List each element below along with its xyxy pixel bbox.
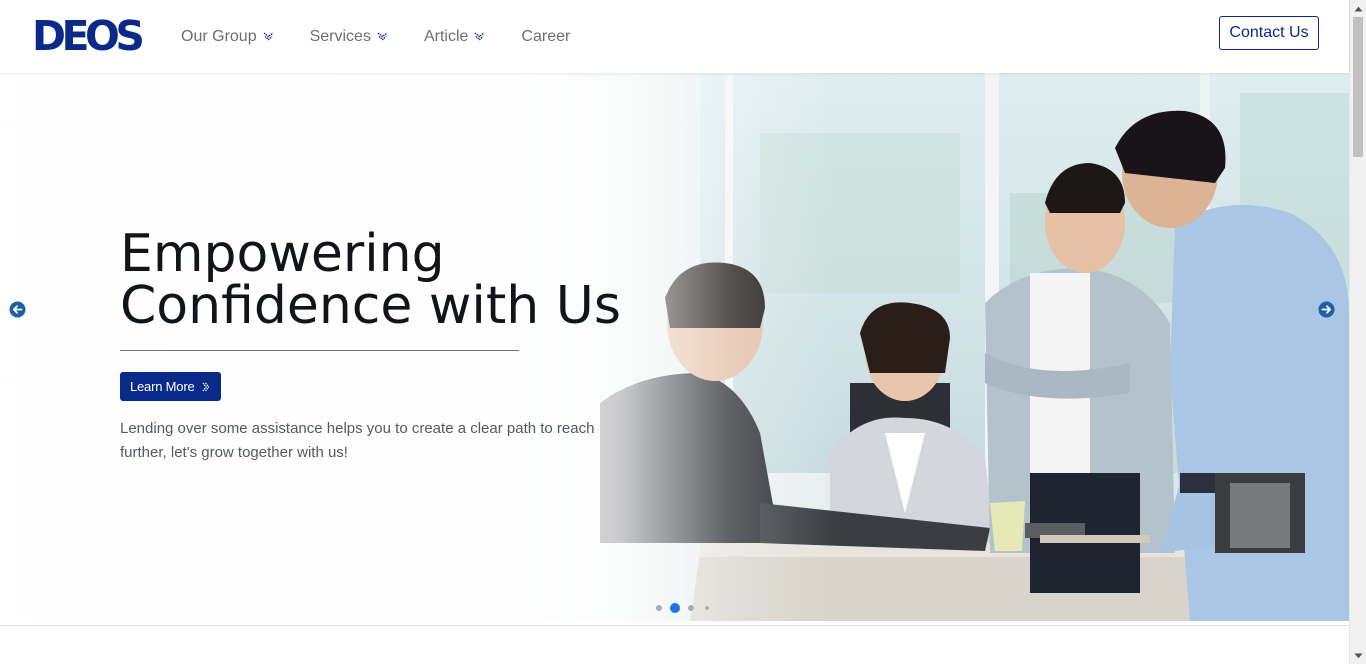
arrow-circle-left-icon[interactable]	[9, 301, 26, 318]
hero-divider	[120, 350, 519, 351]
site-header: DEOS Our Group Services Article Career C…	[0, 0, 1349, 73]
triangle-up-icon	[1354, 6, 1363, 11]
chevron-down-icon	[263, 32, 274, 41]
contact-us-button[interactable]: Contact Us	[1219, 16, 1319, 50]
chevron-down-icon	[474, 32, 485, 41]
main-nav: Our Group Services Article Career	[181, 0, 606, 73]
hero-carousel: Empowering Confidence with Us Learn More…	[0, 73, 1349, 621]
chevron-down-icon	[377, 32, 388, 41]
triangle-down-icon	[1354, 653, 1363, 658]
hero-overlay	[0, 73, 1349, 621]
hero-title-line2: Confidence with Us	[120, 276, 621, 336]
nav-label: Our Group	[181, 27, 257, 45]
next-section	[0, 625, 1349, 664]
scroll-up-button[interactable]	[1350, 0, 1366, 17]
nav-label: Services	[309, 27, 371, 45]
scroll-down-button[interactable]	[1350, 647, 1366, 664]
carousel-dot-2-active[interactable]	[670, 603, 680, 613]
hero-description: Lending over some assistance helps you t…	[120, 420, 595, 461]
arrow-circle-right-icon[interactable]	[1318, 301, 1335, 318]
nav-services[interactable]: Services	[310, 28, 388, 46]
learn-more-label: Learn More	[130, 379, 195, 394]
page-scrollbar[interactable]	[1349, 0, 1366, 664]
nav-our-group[interactable]: Our Group	[181, 28, 274, 46]
logo-text: DEOS	[32, 17, 142, 55]
deos-logo[interactable]: DEOS	[32, 17, 144, 55]
carousel-dot-4[interactable]	[705, 606, 709, 610]
hero-title: Empowering Confidence with Us	[120, 228, 680, 332]
scrollbar-thumb[interactable]	[1353, 17, 1363, 157]
carousel-dots	[654, 602, 714, 614]
carousel-dot-1[interactable]	[656, 605, 662, 611]
carousel-dot-3[interactable]	[688, 605, 694, 611]
nav-article[interactable]: Article	[424, 28, 485, 46]
chevron-right-icon	[202, 382, 210, 391]
learn-more-button[interactable]: Learn More	[120, 372, 221, 401]
nav-career[interactable]: Career	[521, 28, 570, 46]
nav-label: Career	[521, 27, 571, 45]
nav-label: Article	[423, 27, 469, 45]
hero-title-line1: Empowering	[120, 224, 445, 284]
